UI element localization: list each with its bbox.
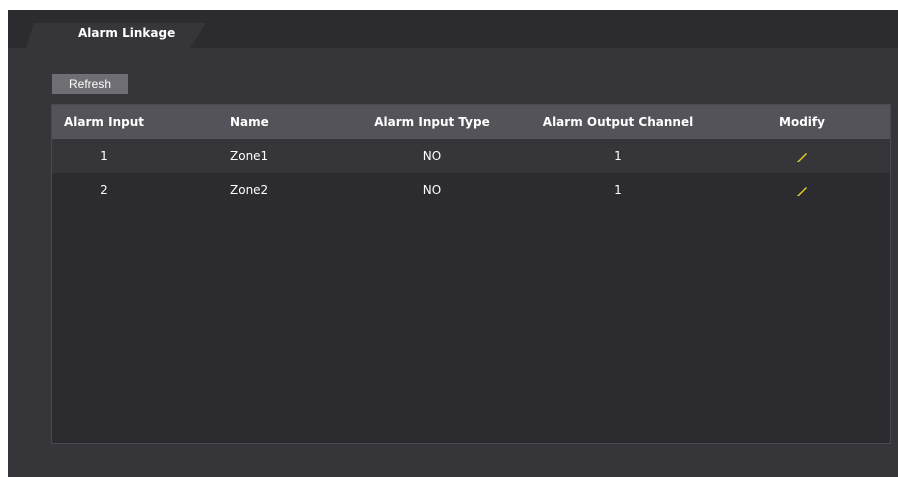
header-alarm-input: Alarm Input [64,115,144,129]
header-alarm-input-type: Alarm Input Type [374,115,490,129]
cell-alarm-output-channel: 1 [614,149,622,163]
table-row: 1 Zone1 NO 1 [52,139,890,173]
cell-modify [752,139,852,173]
table-header: Alarm Input Name Alarm Input Type Alarm … [52,105,890,139]
cell-name: Zone2 [230,183,269,197]
pencil-edit-icon[interactable] [795,150,809,164]
cell-alarm-input-type: NO [422,149,442,163]
table-row: 2 Zone2 NO 1 [52,173,890,207]
cell-modify [752,173,852,207]
alarm-input-table: Alarm Input Name Alarm Input Type Alarm … [51,104,891,444]
cell-alarm-input: 2 [100,183,108,197]
cell-alarm-input-type: NO [422,183,442,197]
pencil-edit-icon[interactable] [795,184,809,198]
refresh-button[interactable]: Refresh [52,74,128,94]
cell-alarm-output-channel: 1 [614,183,622,197]
tab-alarm-linkage-label: Alarm Linkage [78,26,176,40]
cell-alarm-input: 1 [100,149,108,163]
tab-bar: Alarm Linkage [8,10,898,48]
header-modify: Modify [779,115,825,129]
header-alarm-output-channel: Alarm Output Channel [542,115,694,129]
cell-name: Zone1 [230,149,269,163]
header-name: Name [230,115,269,129]
